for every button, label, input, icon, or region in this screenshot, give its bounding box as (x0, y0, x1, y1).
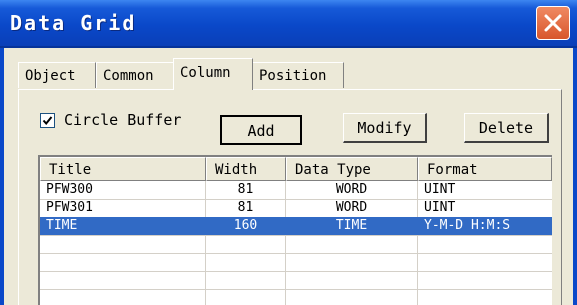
window-frame-left (0, 48, 4, 305)
checkbox-box[interactable] (40, 113, 55, 128)
table-row[interactable]: PFW300 81 WORD UINT (40, 181, 552, 199)
delete-button[interactable]: Delete (464, 113, 549, 143)
title-bar[interactable]: Data Grid (0, 0, 577, 48)
cell-title: TIME (46, 218, 78, 233)
cell-title: PFW300 (46, 182, 93, 197)
tab-column[interactable]: Column (173, 58, 253, 90)
column-header-data-type[interactable]: Data Type (286, 157, 418, 181)
modify-button[interactable]: Modify (343, 113, 427, 143)
close-button[interactable] (536, 6, 570, 40)
tab-object[interactable]: Object (18, 62, 96, 88)
cell-width: 81 (237, 182, 254, 197)
cell-format: Y-M-D H:M:S (424, 218, 511, 233)
checkmark-icon (42, 116, 53, 126)
cell-format: UINT (424, 182, 456, 197)
grid-line (40, 253, 552, 254)
data-grid[interactable]: Title Width Data Type Format PFW300 81 W… (38, 155, 552, 305)
grid-header: Title Width Data Type Format (40, 157, 552, 181)
cell-data-type: WORD (335, 200, 368, 215)
cell-title: PFW301 (46, 200, 93, 215)
window-title: Data Grid (10, 11, 137, 35)
add-button[interactable]: Add (220, 115, 302, 145)
grid-line (40, 271, 552, 272)
cell-format: UINT (424, 200, 456, 215)
column-header-width[interactable]: Width (206, 157, 286, 181)
cell-data-type: TIME (335, 218, 368, 233)
tab-position[interactable]: Position (252, 62, 344, 88)
column-header-title[interactable]: Title (40, 157, 206, 181)
table-row-selected[interactable]: TIME 160 TIME Y-M-D H:M:S (40, 217, 552, 235)
table-row[interactable]: PFW301 81 WORD UINT (40, 199, 552, 217)
grid-line (40, 289, 552, 290)
window-frame-right (573, 48, 577, 305)
circle-buffer-label: Circle Buffer (64, 111, 182, 129)
close-icon (544, 14, 562, 32)
cell-width: 160 (233, 218, 258, 233)
tab-common[interactable]: Common (96, 62, 175, 88)
cell-width: 81 (237, 200, 254, 215)
cell-data-type: WORD (335, 182, 368, 197)
grid-line (40, 235, 552, 236)
column-header-format[interactable]: Format (418, 157, 552, 181)
